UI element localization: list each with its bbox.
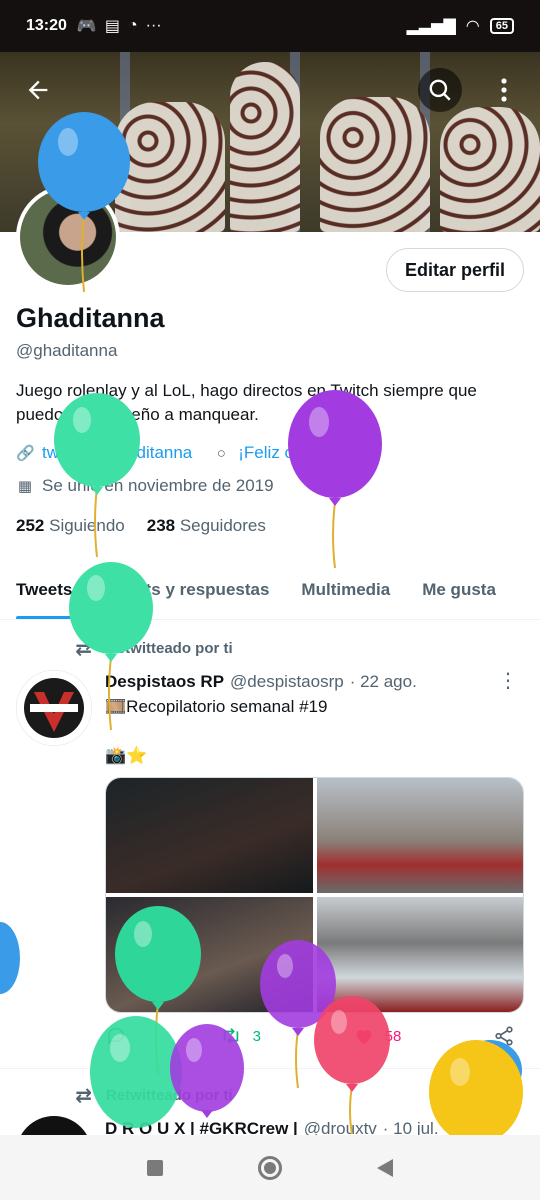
balloon-icon: ○: [216, 444, 226, 462]
media-image-4[interactable]: [316, 897, 523, 1012]
arrow-left-icon: [28, 80, 48, 100]
whatsapp-icon: ◔: [127, 17, 138, 34]
retweet-indicator: ⇄ Retwitteado por ti: [66, 636, 232, 661]
home-button[interactable]: [258, 1155, 282, 1180]
retweet-indicator-2: ⇄ Retwitteado por ti: [66, 1083, 232, 1108]
link-icon: 🔗: [16, 445, 35, 462]
following-link[interactable]: 252 Siguiendo: [16, 516, 125, 536]
tweet-actions: 3 58: [105, 1025, 515, 1047]
tweet-text-line2: 📸⭐: [105, 746, 148, 765]
retweet-icon: [223, 1028, 238, 1044]
joined-row: ▦ Se unió en noviembre de 2019: [16, 476, 274, 496]
more-options-button[interactable]: [482, 68, 526, 112]
tweet-date: · 22 ago.: [349, 672, 417, 691]
tweet-text-line1: 🎞️Recopilatorio semanal #19: [105, 697, 328, 716]
balloon-blue-edge: [0, 922, 20, 994]
share-icon: [495, 1026, 513, 1046]
media-image-3[interactable]: [106, 897, 313, 1012]
balloon-yellow: [429, 1040, 523, 1135]
birthday-text[interactable]: ¡Feliz cumpleaños!: [238, 443, 381, 463]
balloon-pink: [314, 996, 390, 1135]
share-button[interactable]: [493, 1025, 515, 1047]
retweet-count: 3: [252, 1027, 261, 1045]
tab-likes[interactable]: Me gusta: [406, 560, 512, 619]
search-button[interactable]: [418, 68, 462, 112]
reply-button[interactable]: [105, 1025, 127, 1047]
more-notifications: ···: [145, 17, 162, 34]
tab-tweets[interactable]: Tweets: [0, 560, 88, 619]
profile-avatar[interactable]: [16, 185, 120, 289]
profile-tabs: Tweets Tweets y respuestas Multimedia Me…: [0, 560, 540, 620]
tweet-header: Despistaos RP @despistaosrp · 22 ago.: [105, 672, 417, 692]
despistaos-logo: [16, 670, 92, 746]
media-image-2[interactable]: [316, 778, 523, 893]
follow-stats: 252 Siguiendo 238 Seguidores: [16, 516, 266, 536]
system-navigation-bar: [0, 1135, 540, 1200]
more-vertical-icon: [501, 78, 507, 102]
profile-bio: Juego roleplay y al LoL, hago directos e…: [16, 381, 477, 424]
profile-link[interactable]: twitch.tv/ghaditanna: [42, 443, 192, 463]
retweet-icon: ⇄: [75, 638, 92, 660]
tweet-more-button[interactable]: ⋮: [498, 668, 518, 693]
message-icon: ▤: [104, 18, 120, 35]
followers-link[interactable]: 238 Seguidores: [147, 516, 266, 536]
like-count: 58: [384, 1027, 402, 1045]
search-icon: [429, 79, 451, 101]
profile-handle: @ghaditanna: [16, 341, 118, 360]
tab-media[interactable]: Multimedia: [285, 560, 406, 619]
signal-icon: ▂▃▅▇: [406, 18, 456, 35]
wifi-icon: ◠: [465, 18, 480, 35]
profile-name: Ghaditanna: [16, 303, 165, 333]
back-button[interactable]: [16, 68, 60, 112]
like-button[interactable]: 58: [353, 1025, 402, 1047]
tweet-media-grid: [105, 777, 524, 1013]
joined-text: Se unió en noviembre de 2019: [42, 476, 274, 495]
calendar-icon: ▦: [17, 478, 33, 495]
tab-tweets-replies[interactable]: Tweets y respuestas: [88, 560, 285, 619]
system-back-button[interactable]: [377, 1158, 393, 1177]
tweet-author-name[interactable]: Despistaos RP: [105, 672, 224, 692]
status-bar: 13:20 🎮 ▤ ◔ ··· ▂▃▅▇ ◠ 65: [0, 0, 540, 52]
battery-icon: 65: [489, 18, 514, 34]
tweet-divider: [0, 1068, 540, 1069]
heart-icon: [356, 1030, 371, 1045]
reply-icon: [107, 1027, 125, 1046]
retweet-icon: ⇄: [75, 1085, 92, 1107]
media-image-1[interactable]: [106, 778, 313, 893]
recent-apps-button[interactable]: [147, 1159, 163, 1176]
edit-profile-button[interactable]: Editar perfil: [385, 248, 524, 292]
tweet-author-avatar[interactable]: [16, 670, 92, 746]
retweet-button[interactable]: 3: [219, 1025, 261, 1047]
game-controller-icon: 🎮: [76, 18, 97, 35]
status-time: 13:20: [26, 17, 67, 34]
profile-meta-row: 🔗 twitch.tv/ghaditanna ○ ¡Feliz cumpleañ…: [16, 443, 381, 463]
tweet-author-handle: @despistaosrp: [230, 672, 344, 691]
